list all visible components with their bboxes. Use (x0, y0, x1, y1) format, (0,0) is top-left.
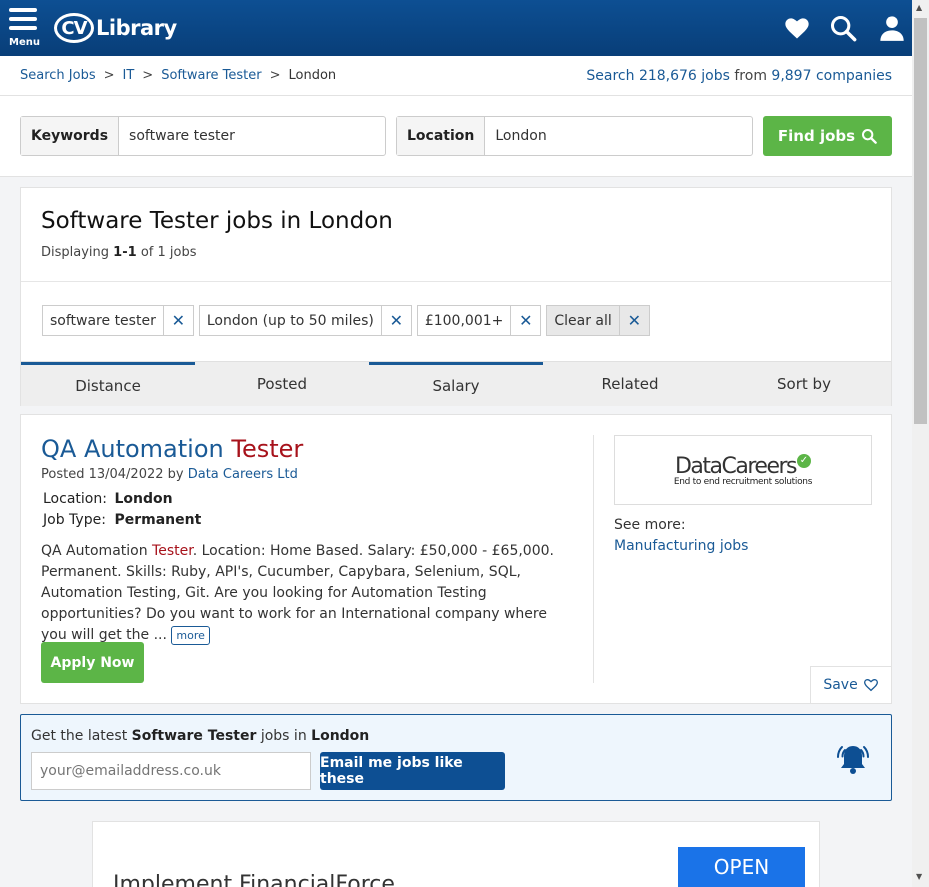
remove-filter-icon[interactable]: ✕ (162, 306, 193, 335)
breadcrumb-it[interactable]: IT (123, 68, 135, 83)
job-title-link[interactable]: QA Automation Tester (41, 435, 303, 463)
menu-button[interactable]: Menu (9, 8, 40, 50)
active-filters: software tester ✕ London (up to 50 miles… (42, 305, 650, 336)
advertisement[interactable]: Implement FinancialForce OPEN (92, 821, 820, 887)
results-header: Software Tester jobs in London Displayin… (20, 187, 892, 406)
logo-cv: CV (54, 13, 94, 43)
company-logo[interactable]: DataCareers ✓ End to end recruitment solu… (614, 435, 872, 505)
location-field: Location (396, 116, 753, 156)
site-stats: Search 218,676 jobs from 9,897 companies (586, 68, 892, 84)
search-icon (862, 129, 877, 144)
tab-distance[interactable]: Distance (21, 362, 195, 406)
apply-now-button[interactable]: Apply Now (41, 642, 144, 683)
find-jobs-button[interactable]: Find jobs (763, 116, 892, 156)
job-listing: QA Automation Tester Posted 13/04/2022 b… (20, 414, 892, 704)
save-job-button[interactable]: Save (810, 666, 892, 704)
clear-all-icon[interactable]: ✕ (618, 306, 649, 335)
filter-chip: London (up to 50 miles) ✕ (198, 305, 412, 336)
remove-filter-icon[interactable]: ✕ (380, 306, 411, 335)
email-field[interactable] (31, 752, 311, 790)
user-icon[interactable] (878, 14, 906, 42)
stats-search-link[interactable]: Search (586, 68, 634, 84)
filter-chip: £100,001+ ✕ (416, 305, 542, 336)
location-label: Location (397, 117, 486, 155)
check-icon: ✓ (797, 453, 811, 468)
breadcrumb-software-tester[interactable]: Software Tester (161, 68, 261, 83)
manufacturing-jobs-link[interactable]: Manufacturing jobs (614, 538, 748, 554)
job-type: Job Type: Permanent (43, 512, 202, 528)
breadcrumb-current: London (288, 68, 337, 83)
keywords-field: Keywords (20, 116, 386, 156)
location-input[interactable] (485, 117, 752, 155)
menu-label: Menu (9, 37, 40, 48)
results-count: Displaying 1-1 of 1 jobs (41, 245, 197, 260)
stats-jobs-link[interactable]: 218,676 jobs (639, 68, 730, 84)
scroll-down-icon[interactable]: ▼ (916, 872, 922, 881)
remove-filter-icon[interactable]: ✕ (510, 306, 540, 335)
breadcrumb-bar: Search Jobs > IT > Software Tester > Lon… (0, 56, 912, 96)
page-title: Software Tester jobs in London (41, 208, 393, 234)
tab-salary[interactable]: Salary (369, 362, 543, 406)
sort-tabs: Distance Posted Salary Related Sort by (21, 361, 891, 406)
more-button[interactable]: more (171, 626, 210, 645)
keywords-label: Keywords (21, 117, 120, 155)
job-alert-text: Get the latest Software Tester jobs in L… (31, 728, 370, 744)
stats-companies-link[interactable]: 9,897 companies (771, 68, 892, 84)
ad-headline: Implement FinancialForce (113, 872, 395, 887)
ad-open-button[interactable]: OPEN (678, 847, 805, 887)
tab-posted[interactable]: Posted (195, 362, 369, 406)
job-location: Location: London (43, 491, 173, 507)
search-bar: Keywords Location Find jobs (0, 96, 912, 177)
scroll-up-icon[interactable]: ▲ (916, 3, 922, 12)
bell-icon (837, 746, 869, 774)
heart-icon[interactable] (783, 14, 811, 42)
logo-library: Library (96, 16, 177, 40)
cv-library-logo[interactable]: CV Library (54, 11, 177, 45)
email-me-jobs-button[interactable]: Email me jobs like these (320, 752, 505, 790)
heart-outline-icon (863, 678, 878, 692)
job-alert-box: Get the latest Software Tester jobs in L… (20, 714, 892, 801)
company-link[interactable]: Data Careers Ltd (188, 467, 298, 482)
hamburger-icon (9, 8, 37, 12)
see-more-label: See more: (614, 517, 686, 533)
tab-sort-by[interactable]: Sort by (717, 362, 891, 406)
clear-all-chip[interactable]: Clear all ✕ (546, 305, 650, 336)
keywords-input[interactable] (119, 117, 385, 155)
filter-chip: software tester ✕ (42, 305, 194, 336)
job-description: QA Automation Tester. Location: Home Bas… (41, 543, 554, 645)
search-icon[interactable] (829, 14, 857, 42)
page-scrollbar[interactable]: ▲ ▼ (912, 0, 929, 887)
job-posted: Posted 13/04/2022 by Data Careers Ltd (41, 467, 298, 482)
site-header: Menu CV Library (0, 0, 912, 56)
scroll-thumb[interactable] (914, 18, 927, 424)
tab-related[interactable]: Related (543, 362, 717, 406)
breadcrumb-search-jobs[interactable]: Search Jobs (20, 68, 96, 83)
breadcrumb: Search Jobs > IT > Software Tester > Lon… (20, 68, 337, 83)
